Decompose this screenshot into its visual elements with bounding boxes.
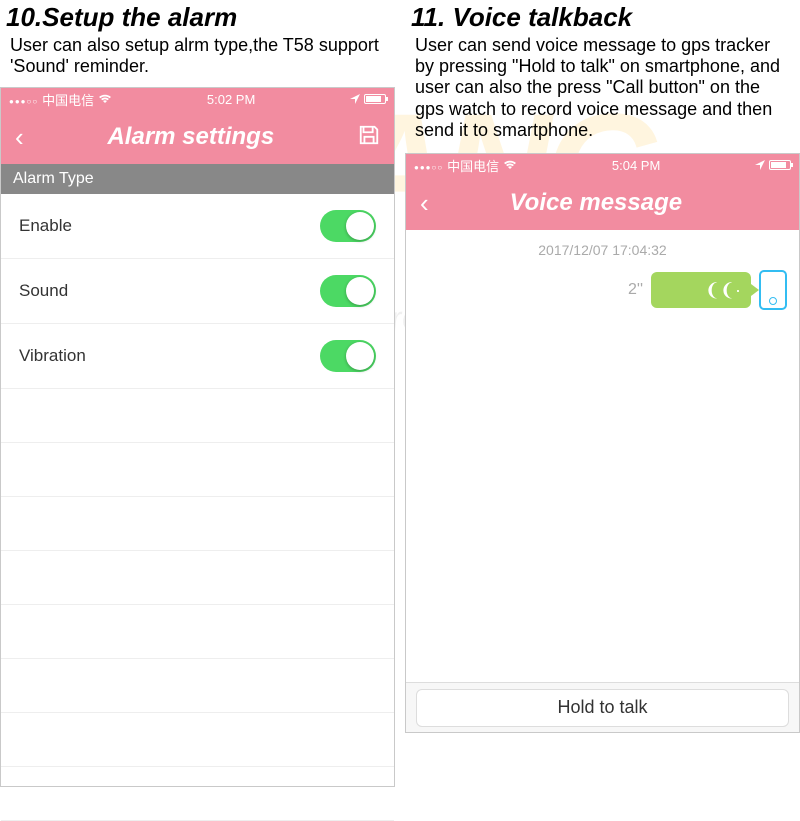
status-bar: 中国电信 5:02 PM xyxy=(1,88,394,110)
empty-row xyxy=(1,713,394,767)
chat-timestamp: 2017/12/07 17:04:32 xyxy=(406,230,799,264)
carrier-label: 中国电信 xyxy=(42,90,94,109)
back-icon[interactable]: ‹ xyxy=(420,188,429,219)
section-11-desc: User can send voice message to gps track… xyxy=(405,33,800,147)
voice-message-row: 2'' ❨❨· xyxy=(406,264,799,316)
section-10: 10.Setup the alarm User can also setup a… xyxy=(0,0,395,787)
wifi-icon xyxy=(98,92,112,107)
empty-row xyxy=(1,551,394,605)
section-11-title: 11. Voice talkback xyxy=(405,0,800,33)
save-icon[interactable] xyxy=(358,124,380,151)
empty-row xyxy=(1,389,394,443)
phone-voice-message: 中国电信 5:04 PM ‹ Voice message 2017/12/07 … xyxy=(405,153,800,733)
wifi-icon xyxy=(503,158,517,173)
toggle-enable[interactable] xyxy=(320,210,376,242)
status-time: 5:04 PM xyxy=(612,158,660,173)
voice-duration: 2'' xyxy=(628,281,643,299)
location-icon xyxy=(755,158,765,173)
toggle-sound[interactable] xyxy=(320,275,376,307)
row-vibration: Vibration xyxy=(1,324,394,389)
input-bar: Hold to talk xyxy=(406,682,799,732)
empty-row xyxy=(1,443,394,497)
screen-title: Alarm settings xyxy=(24,123,358,151)
row-sound: Sound xyxy=(1,259,394,324)
screen-title: Voice message xyxy=(429,189,763,217)
row-label: Enable xyxy=(19,216,72,236)
navbar: ‹ Alarm settings xyxy=(1,110,394,164)
smartphone-icon xyxy=(759,270,787,310)
status-time: 5:02 PM xyxy=(207,92,255,107)
signal-dots-icon xyxy=(414,158,443,173)
row-enable: Enable xyxy=(1,194,394,259)
hold-to-talk-button[interactable]: Hold to talk xyxy=(416,689,789,727)
section-10-title: 10.Setup the alarm xyxy=(0,0,395,33)
battery-icon xyxy=(769,160,791,170)
battery-icon xyxy=(364,94,386,104)
location-icon xyxy=(350,92,360,107)
section-header-alarm-type: Alarm Type xyxy=(1,164,394,194)
section-10-desc: User can also setup alrm type,the T58 su… xyxy=(0,33,395,83)
back-icon[interactable]: ‹ xyxy=(15,122,24,153)
row-label: Sound xyxy=(19,281,68,301)
phone-alarm-settings: 中国电信 5:02 PM ‹ Alarm settings Alarm Type xyxy=(0,87,395,787)
section-11: 11. Voice talkback User can send voice m… xyxy=(405,0,800,733)
empty-row xyxy=(1,497,394,551)
empty-row xyxy=(1,659,394,713)
row-label: Vibration xyxy=(19,346,86,366)
empty-row xyxy=(1,767,394,821)
status-bar: 中国电信 5:04 PM xyxy=(406,154,799,176)
toggle-vibration[interactable] xyxy=(320,340,376,372)
signal-dots-icon xyxy=(9,92,38,107)
navbar: ‹ Voice message xyxy=(406,176,799,230)
empty-row xyxy=(1,605,394,659)
carrier-label: 中国电信 xyxy=(447,156,499,175)
sound-wave-icon: ❨❨· xyxy=(705,280,741,301)
voice-bubble[interactable]: ❨❨· xyxy=(651,272,751,308)
